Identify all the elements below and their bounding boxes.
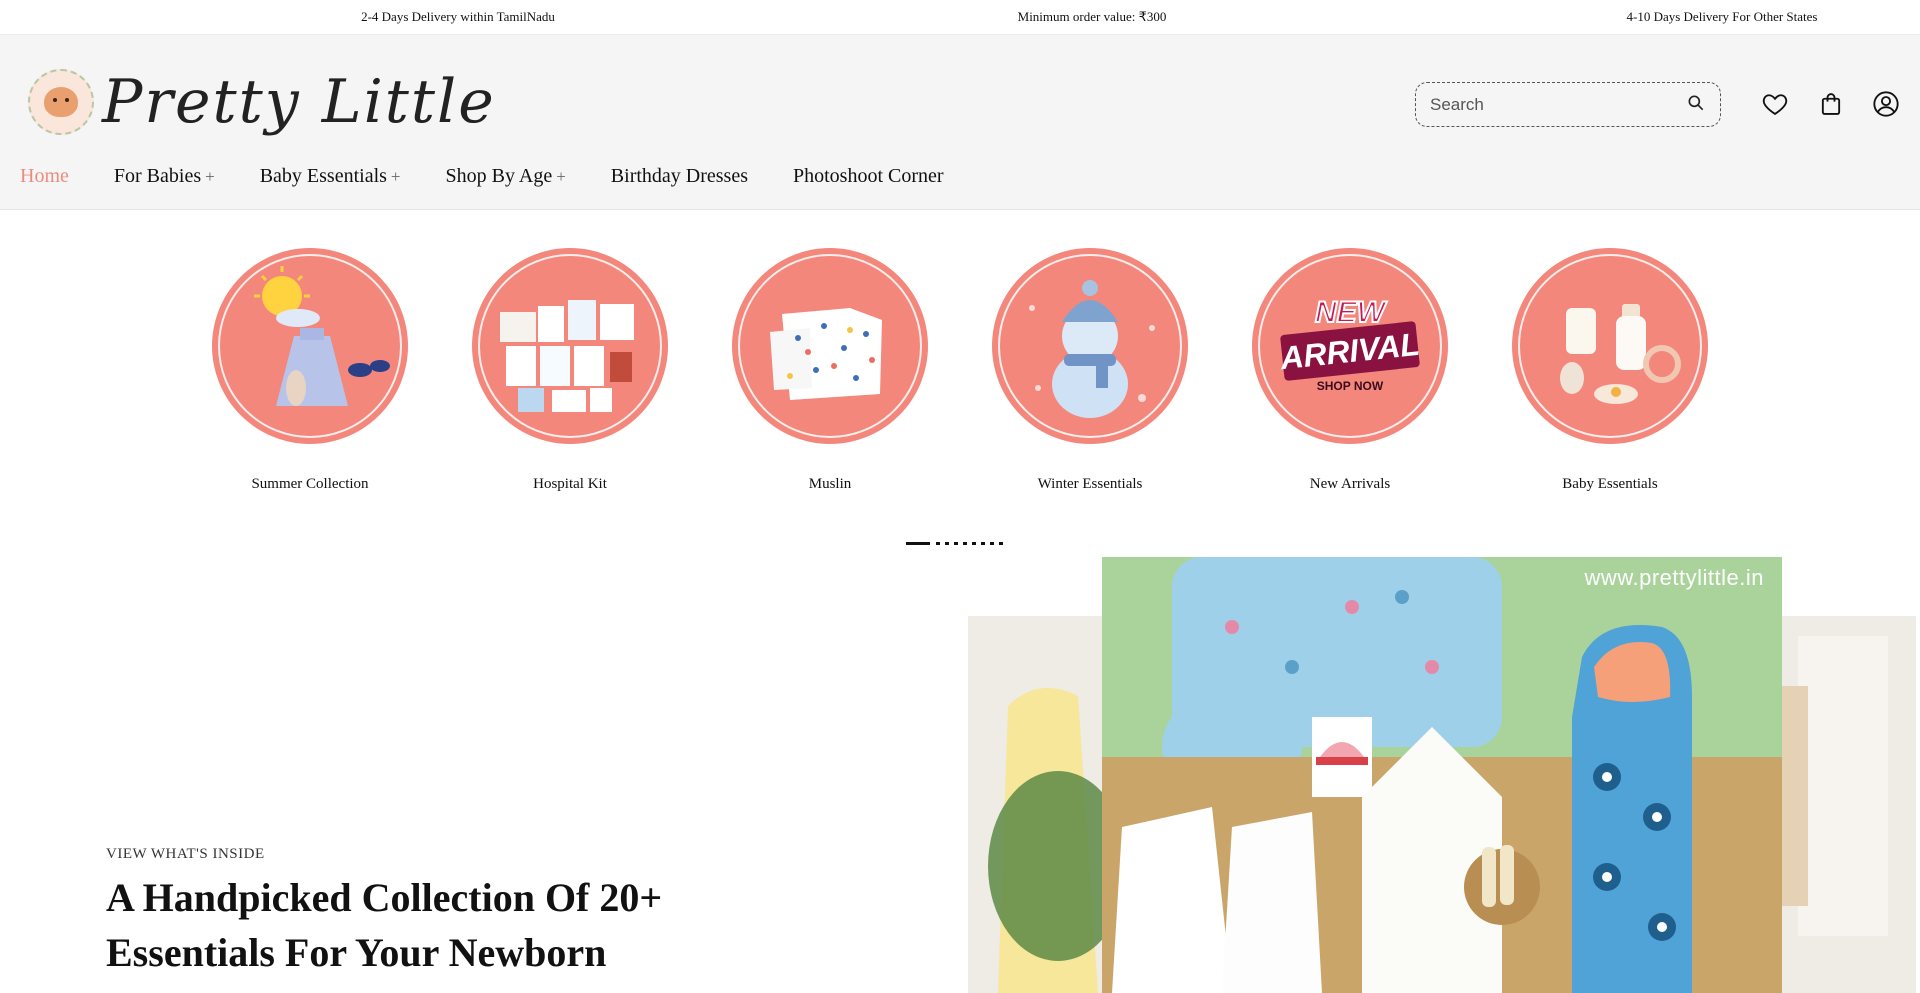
slider-dot[interactable] [972, 541, 976, 545]
category-image [732, 248, 928, 444]
baby-logo-icon [28, 69, 94, 135]
category-image [992, 248, 1188, 444]
user-circle-icon[interactable] [1872, 90, 1900, 118]
category-label: Hospital Kit [533, 476, 607, 492]
category-muslin[interactable]: Muslin [730, 248, 930, 493]
slider-dot[interactable] [990, 541, 994, 545]
category-image [212, 248, 408, 444]
category-label: Summer Collection [251, 476, 369, 492]
search-box [1415, 82, 1721, 127]
nav-item-label: Birthday Dresses [610, 165, 748, 187]
category-baby-essentials[interactable]: Baby Essentials [1510, 248, 1710, 493]
nav-item-photoshoot-corner[interactable]: Photoshoot Corner [793, 165, 944, 188]
nav-item-label: For Babies [113, 165, 202, 187]
category-hospital-kit[interactable]: Hospital Kit [470, 248, 670, 493]
nav-item-shop-by-age[interactable]: Shop By Age + [446, 165, 566, 188]
category-label: New Arrivals [1309, 476, 1391, 492]
sun-dress-icon [254, 266, 390, 406]
plus-icon: + [205, 167, 215, 186]
nav-item-birthday-dresses[interactable]: Birthday Dresses [611, 165, 748, 188]
category-label: Winter Essentials [1037, 476, 1143, 492]
slider-pagination [906, 541, 1008, 545]
category-image [472, 248, 668, 444]
plus-icon: + [390, 167, 401, 186]
search-icon[interactable] [1686, 93, 1706, 113]
category-winter-essentials[interactable]: Winter Essentials [990, 248, 1190, 493]
announcement-min-order: Minimum order value: ₹300 [1017, 9, 1167, 24]
slider-dot[interactable] [906, 541, 930, 545]
brand-logo[interactable]: Pretty Little [28, 69, 496, 135]
category-summer-collection[interactable]: Summer Collection [210, 248, 410, 493]
nav-item-label: Home [20, 165, 69, 187]
announcement-bar: 2-4 Days Delivery within TamilNadu Minim… [0, 0, 1920, 35]
nav-item-label: Photoshoot Corner [793, 165, 944, 187]
search-input[interactable] [1430, 91, 1670, 119]
svg-text:SHOP NOW: SHOP NOW [1317, 379, 1384, 393]
snowman-icon [1029, 280, 1155, 418]
slider-dot[interactable] [954, 541, 958, 545]
main-nav: Home For Babies + Baby Essentials + Shop B… [20, 165, 989, 188]
hero-product-image[interactable]: www.prettylittle.in [1102, 557, 1782, 993]
slider-dot[interactable] [963, 541, 967, 545]
slider-dot[interactable] [981, 541, 985, 545]
slider-dot[interactable] [999, 541, 1003, 545]
site-header: Pretty Little Home For Babies+ Baby Esse… [0, 35, 1920, 210]
slider-dot[interactable] [936, 541, 940, 545]
category-image: NEW ARRIVAL SHOP NOW [1252, 248, 1448, 444]
plus-icon: + [556, 167, 566, 186]
image-watermark: www.prettylittle.in [1584, 565, 1764, 590]
brand-name: Pretty Little [102, 67, 496, 137]
nav-item-baby-essentials[interactable]: Baby Essentials + [260, 165, 401, 188]
slider-dot[interactable] [945, 541, 949, 545]
baby-bottle-icon [1560, 304, 1681, 404]
new-arrival-badge-icon: NEW ARRIVAL SHOP NOW [1278, 295, 1422, 393]
hero-kicker: VIEW WHAT'S INSIDE [106, 846, 265, 862]
muslin-cloth-icon [770, 308, 882, 400]
category-label: Muslin [808, 476, 852, 492]
hospital-kit-icon [500, 300, 634, 412]
announcement-delivery-other: 4-10 Days Delivery For Other States [1626, 9, 1818, 24]
category-label: Baby Essentials [1562, 476, 1658, 492]
svg-text:NEW: NEW [1315, 296, 1388, 329]
category-image [1512, 248, 1708, 444]
nav-item-for-babies[interactable]: For Babies + [114, 165, 215, 188]
nav-item-label: Baby Essentials [259, 165, 387, 187]
nav-item-home[interactable]: Home [20, 165, 69, 188]
heart-icon[interactable] [1761, 90, 1789, 118]
shopping-bag-icon[interactable] [1817, 90, 1845, 118]
svg-text:ARRIVAL: ARRIVAL [1278, 326, 1422, 377]
announcement-delivery-tn: 2-4 Days Delivery within TamilNadu [361, 9, 555, 24]
nav-item-label: Shop By Age [445, 165, 553, 187]
category-new-arrivals[interactable]: NEW ARRIVAL SHOP NOW New Arrivals [1250, 248, 1450, 493]
hero-title: A Handpicked Collection Of 20+ Essential… [106, 875, 663, 975]
